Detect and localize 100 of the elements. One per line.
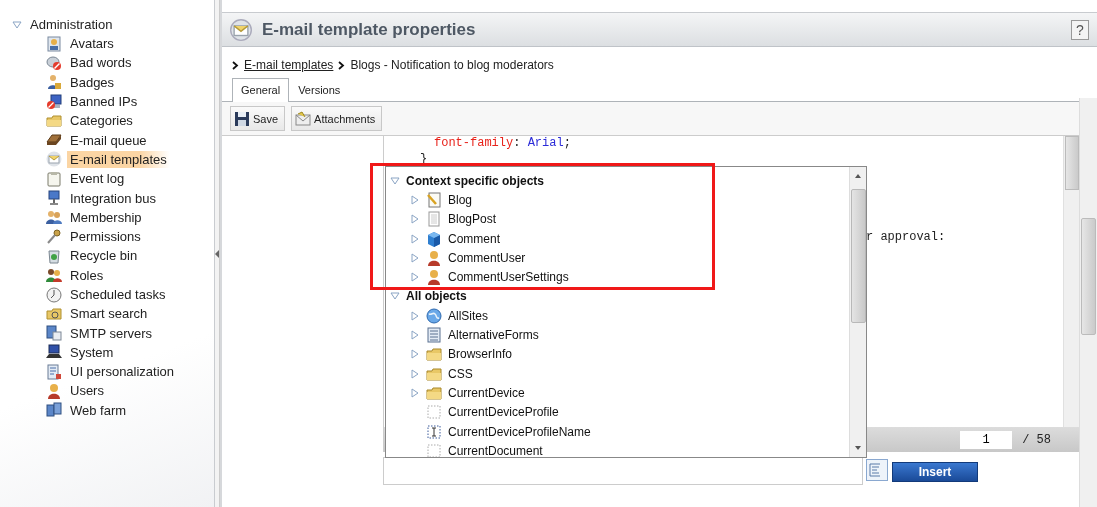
- sidebar-item[interactable]: Bad words: [67, 54, 135, 72]
- sidebar-item[interactable]: Permissions: [67, 228, 144, 246]
- tree-item[interactable]: Comment: [448, 231, 500, 246]
- code-line: r approval:: [866, 229, 946, 244]
- sidebar-item[interactable]: Users: [67, 382, 107, 400]
- tree-item[interactable]: CurrentDeviceProfile: [448, 405, 559, 420]
- sidebar-item[interactable]: Web farm: [67, 401, 130, 419]
- tree-list-icon: [867, 462, 883, 478]
- sidebar-item[interactable]: Categories: [67, 112, 136, 130]
- tree-item[interactable]: Blog: [448, 192, 473, 207]
- help-button[interactable]: ?: [1071, 19, 1089, 40]
- sidebar-item[interactable]: E-mail templates: [67, 150, 170, 168]
- envelope-icon: [46, 151, 62, 168]
- collapsed-triangle-icon[interactable]: [410, 194, 420, 205]
- cube-icon: [426, 230, 442, 247]
- tree-group-label[interactable]: Context specific objects: [406, 173, 545, 188]
- collapsed-triangle-icon[interactable]: [410, 272, 420, 283]
- people-icon: [46, 74, 62, 91]
- people-icon: [46, 209, 62, 226]
- collapsed-triangle-icon[interactable]: [410, 310, 420, 321]
- code-line: font-family: Arial;: [434, 136, 571, 150]
- clock-icon: [46, 286, 62, 303]
- folder-icon: [46, 112, 62, 129]
- tab[interactable]: Versions: [289, 78, 350, 101]
- chevron-icon: [338, 60, 346, 70]
- scrollbar[interactable]: [1079, 98, 1097, 507]
- collapsed-triangle-icon[interactable]: [410, 368, 420, 379]
- laptop-icon: [46, 344, 62, 361]
- folder-icon: [426, 384, 442, 401]
- tree-item[interactable]: CSS: [448, 366, 473, 381]
- monitor-icon: [46, 190, 62, 206]
- envelope-icon: [230, 18, 252, 41]
- toolbar-button[interactable]: Save: [230, 106, 286, 131]
- macro-input-field[interactable]: [383, 457, 863, 485]
- prohibited-icon: [46, 54, 62, 71]
- tree-group-label[interactable]: All objects: [406, 289, 467, 304]
- sidebar-item[interactable]: UI personalization: [67, 363, 178, 381]
- tree-item[interactable]: CommentUserSettings: [448, 270, 569, 285]
- sidebar-item[interactable]: Scheduled tasks: [67, 286, 169, 303]
- collapse-arrow-icon[interactable]: [215, 249, 219, 258]
- collapsed-triangle-icon[interactable]: [410, 349, 420, 360]
- tree-item[interactable]: BrowserInfo: [448, 347, 513, 362]
- globe-icon: [426, 307, 442, 324]
- breadcrumb-current: Blogs - Notification to blog moderators: [350, 58, 554, 72]
- notebook-icon: [426, 191, 442, 208]
- macro-tree-button[interactable]: [866, 459, 888, 481]
- sidebar-item[interactable]: Roles: [67, 266, 107, 284]
- page-title: E-mail template properties: [262, 19, 477, 40]
- expanded-triangle-icon[interactable]: [12, 19, 22, 30]
- user-icon: [46, 383, 62, 399]
- form-icon: [426, 327, 442, 343]
- computer-icon: [46, 93, 62, 110]
- tree-item[interactable]: AlternativeForms: [448, 328, 539, 342]
- tree-item[interactable]: CurrentDevice: [448, 385, 525, 400]
- sidebar-item[interactable]: Smart search: [67, 305, 151, 323]
- server-icon: [46, 402, 62, 419]
- dashed-square-icon: [426, 404, 442, 421]
- chevron-icon: [232, 60, 239, 70]
- line-count: / 58: [1022, 432, 1051, 447]
- collapsed-triangle-icon[interactable]: [410, 387, 420, 398]
- collapsed-triangle-icon[interactable]: [410, 330, 420, 340]
- text-field-icon: [426, 423, 442, 440]
- insert-button[interactable]: Insert: [892, 462, 978, 482]
- tree-item[interactable]: CommentUser: [448, 250, 526, 265]
- toolbar-button[interactable]: Attachments: [291, 106, 383, 131]
- scroll-down-icon[interactable]: [854, 445, 862, 451]
- sidebar-item[interactable]: Membership: [67, 208, 145, 226]
- breadcrumb-link[interactable]: E-mail templates: [244, 58, 334, 72]
- collapsed-triangle-icon[interactable]: [410, 252, 420, 263]
- document-icon: [426, 211, 442, 228]
- user-icon: [426, 249, 442, 266]
- expanded-triangle-icon[interactable]: [390, 175, 400, 186]
- scrollbar[interactable]: [849, 167, 866, 457]
- sidebar-item[interactable]: E-mail queue: [67, 131, 150, 149]
- sidebar-item[interactable]: SMTP servers: [67, 324, 156, 342]
- sidebar-item[interactable]: Badges: [67, 73, 118, 91]
- sidebar-item[interactable]: Event log: [67, 170, 128, 188]
- collapsed-triangle-icon[interactable]: [410, 233, 420, 244]
- scroll-up-icon[interactable]: [854, 173, 862, 179]
- expanded-triangle-icon[interactable]: [390, 291, 400, 302]
- line-number-field[interactable]: 1: [960, 430, 1013, 449]
- sidebar-item[interactable]: Integration bus: [67, 189, 159, 207]
- sidebar-item[interactable]: Avatars: [67, 35, 117, 53]
- collapsed-triangle-icon[interactable]: [410, 214, 420, 225]
- sidebar-item[interactable]: Banned IPs: [67, 93, 141, 111]
- tree-item[interactable]: CurrentDocument: [448, 443, 543, 457]
- tree-item[interactable]: CurrentDeviceProfileName: [448, 424, 591, 439]
- user-icon: [426, 269, 442, 286]
- tab[interactable]: General: [232, 78, 290, 102]
- folder-icon: [46, 305, 62, 322]
- sidebar-item[interactable]: System: [67, 343, 117, 361]
- tree-item[interactable]: BlogPost: [448, 212, 497, 227]
- trash-icon: [46, 247, 62, 264]
- tree-root-label[interactable]: Administration: [30, 17, 113, 32]
- folder-icon: [426, 365, 442, 382]
- document-icon: [46, 363, 62, 380]
- sidebar-item[interactable]: Recycle bin: [67, 247, 141, 265]
- tree-item[interactable]: AllSites: [448, 308, 488, 323]
- scrollbar[interactable]: [1063, 136, 1079, 427]
- server-icon: [46, 325, 62, 342]
